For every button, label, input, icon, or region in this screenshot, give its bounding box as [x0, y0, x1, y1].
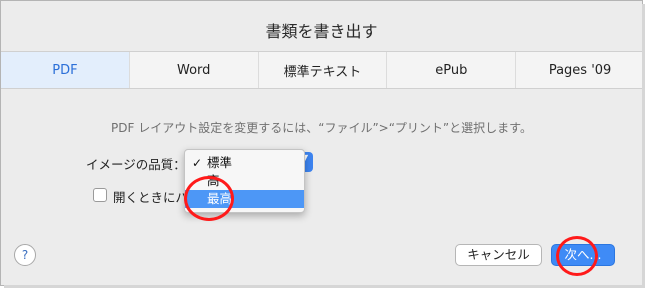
pdf-layout-hint: PDF レイアウト設定を変更するには、“ファイル”>“プリント”と選択します。: [111, 121, 532, 135]
annotation-circle-next: [556, 236, 598, 276]
image-quality-label: イメージの品質：: [86, 157, 186, 172]
tab-plain-text[interactable]: 標準テキスト: [257, 52, 387, 88]
dialog-title: 書類を書き出す: [265, 22, 378, 41]
checkmark-icon: ✓: [192, 156, 203, 170]
tab-word[interactable]: Word: [128, 52, 258, 88]
cancel-button[interactable]: キャンセル: [455, 244, 542, 266]
open-password-checkbox[interactable]: [93, 188, 107, 202]
export-dialog: 書類を書き出す PDF Word 標準テキスト ePub Pages '09 P…: [0, 0, 643, 286]
dropdown-item-standard[interactable]: ✓ 標準: [185, 154, 304, 172]
open-password-label: 開くときにパ: [113, 190, 189, 205]
annotation-circle-best: [184, 176, 234, 221]
dropdown-item-label: 標準: [207, 155, 233, 170]
tab-pages-09[interactable]: Pages '09: [515, 52, 642, 88]
tab-epub[interactable]: ePub: [386, 52, 515, 88]
format-tab-bar: PDF Word 標準テキスト ePub Pages '09: [1, 51, 642, 89]
tab-pdf[interactable]: PDF: [1, 52, 129, 88]
help-button[interactable]: ?: [14, 244, 36, 266]
